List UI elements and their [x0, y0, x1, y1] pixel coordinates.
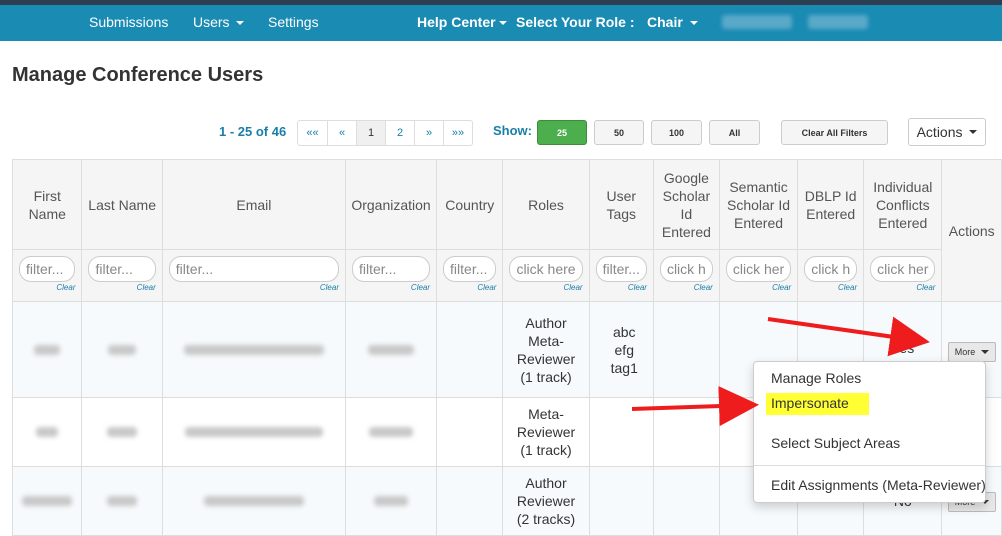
annotation-arrows [631, 316, 930, 427]
arrow-to-impersonate-icon [631, 386, 759, 427]
arrow-to-more-icon [767, 316, 930, 357]
